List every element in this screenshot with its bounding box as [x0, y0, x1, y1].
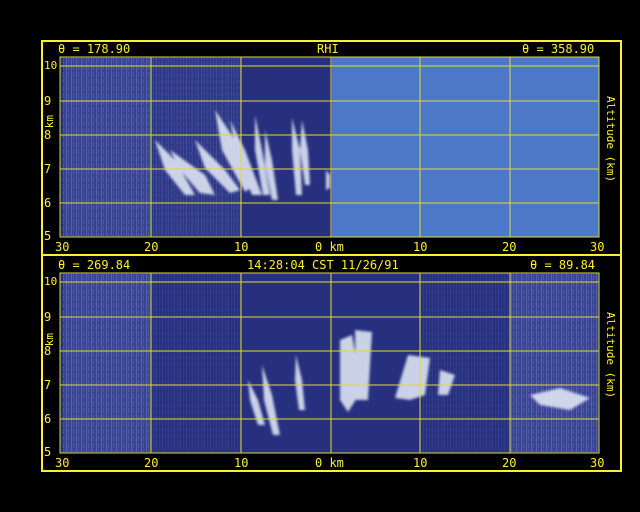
top-y-tick: 9	[44, 94, 52, 108]
bottom-x-tick: 20	[502, 456, 517, 470]
bottom-panel-image	[60, 273, 599, 453]
bottom-y-tick: 6	[44, 412, 52, 426]
bottom-left-unit: km	[43, 333, 56, 347]
bottom-y-tick: 5	[44, 445, 52, 459]
top-title: RHI	[317, 42, 339, 56]
bottom-x-tick: 30	[590, 456, 605, 470]
bottom-timestamp: 14:28:04 CST 11/26/91	[247, 258, 399, 272]
bottom-right-axis-label: Altitude (km)	[604, 312, 617, 399]
top-y-tick: 6	[44, 196, 52, 210]
top-x-tick: 30	[55, 240, 70, 254]
top-left-angle: θ = 178.90	[58, 42, 131, 56]
bottom-x-tick: 10	[413, 456, 428, 470]
top-right-angle: θ = 358.90	[522, 42, 595, 56]
bottom-y-tick: 10	[44, 275, 58, 288]
top-y-tick: 8	[44, 128, 52, 142]
top-right-axis-label: Altitude (km)	[604, 96, 617, 183]
top-x-tick: 30	[590, 240, 605, 254]
bottom-x-tick: 20	[144, 456, 159, 470]
top-x-tick: 20	[502, 240, 517, 254]
top-left-unit: km	[43, 115, 56, 129]
bottom-y-tick: 8	[44, 344, 52, 358]
top-x-tick: 20	[144, 240, 159, 254]
top-x-tick: 0 km	[315, 240, 344, 254]
top-y-tick: 7	[44, 162, 52, 176]
top-x-tick: 10	[413, 240, 428, 254]
top-x-tick: 10	[234, 240, 249, 254]
top-y-tick: 5	[44, 229, 52, 243]
bottom-x-tick: 30	[55, 456, 70, 470]
radar-plots	[59, 56, 600, 454]
top-y-tick: 10	[44, 59, 58, 72]
bottom-left-angle: θ = 269.84	[58, 258, 131, 272]
bottom-right-angle: θ = 89.84	[530, 258, 596, 272]
bottom-y-tick: 9	[44, 310, 52, 324]
bottom-x-tick: 10	[234, 456, 249, 470]
bottom-y-tick: 7	[44, 378, 52, 392]
bottom-x-tick: 0 km	[315, 456, 344, 470]
top-panel-image	[60, 57, 599, 237]
